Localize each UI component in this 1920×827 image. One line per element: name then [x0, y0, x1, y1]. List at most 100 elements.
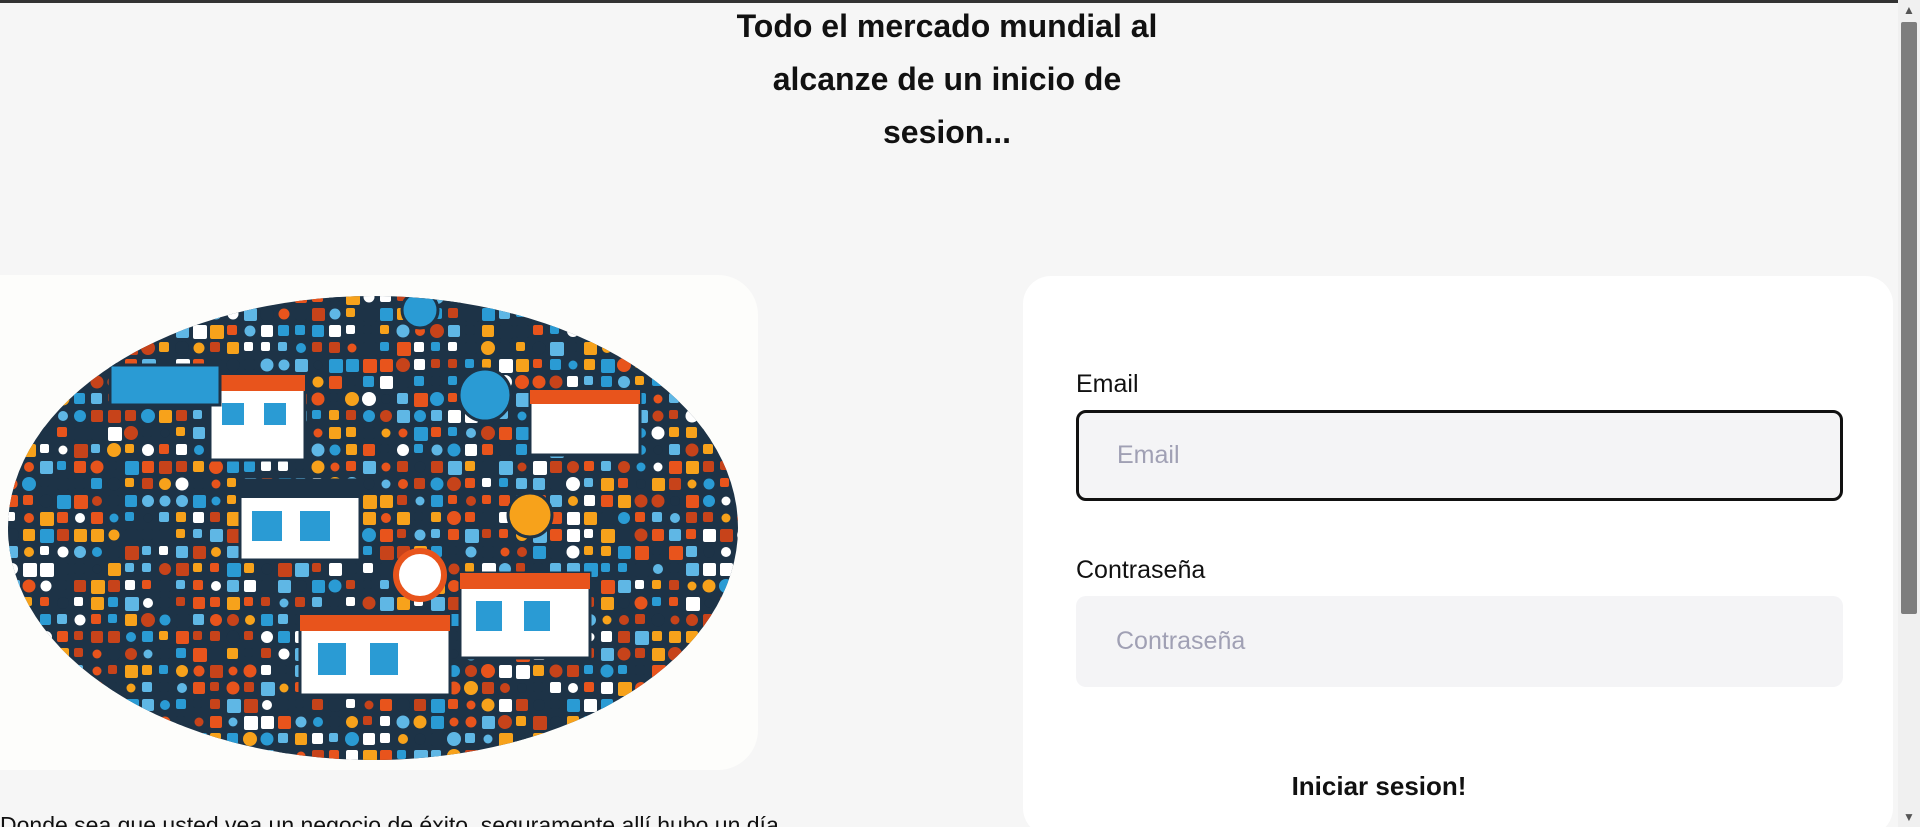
login-button[interactable]: Iniciar sesion!: [1179, 761, 1579, 811]
mosaic-tile: [414, 750, 428, 760]
mosaic-tile: [108, 665, 117, 674]
mosaic-tile: [176, 563, 189, 576]
mosaic-tile: [583, 732, 597, 746]
mosaic-tile: [380, 750, 392, 760]
mosaic-tile: [584, 342, 597, 355]
mosaic-tile: [719, 715, 733, 729]
mosaic-tile: [108, 614, 117, 623]
mosaic-tile: [91, 614, 101, 624]
mosaic-tile: [703, 716, 712, 725]
email-input[interactable]: [1076, 410, 1843, 501]
mosaic-tile: [532, 341, 546, 355]
mosaic-tile: [465, 325, 475, 335]
mosaic-tile: [550, 325, 559, 334]
mosaic-tile: [91, 444, 100, 453]
mosaic-tile: [635, 308, 644, 317]
mosaic-tile: [57, 342, 67, 352]
mosaic-tile: [549, 375, 563, 389]
mosaic-tile: [57, 563, 69, 575]
mosaic-tile: [74, 716, 85, 727]
mosaic-tile: [227, 597, 240, 610]
mosaic-tile: [619, 309, 629, 319]
mosaic-tile: [482, 495, 491, 504]
mosaic-tile: [176, 699, 186, 709]
mosaic-tile: [23, 308, 32, 317]
mosaic-tile: [159, 597, 170, 608]
mosaic-tile: [108, 427, 122, 441]
mosaic-tile: [686, 512, 697, 523]
mosaic-tile: [243, 732, 257, 746]
mosaic-tile: [209, 460, 223, 474]
mosaic-tile: [23, 342, 36, 355]
mosaic-tile: [74, 546, 86, 558]
mosaic-tile: [669, 665, 680, 676]
mosaic-tile: [362, 392, 376, 406]
mosaic-tile: [516, 325, 529, 338]
mosaic-tile: [465, 716, 477, 728]
mosaic-tile: [91, 393, 102, 404]
mosaic-tile: [244, 359, 255, 370]
mosaic-tile: [8, 699, 17, 710]
mosaic-tile: [669, 682, 681, 694]
mosaic-tile: [737, 427, 738, 440]
mosaic-tile: [686, 296, 697, 302]
mosaic-tile: [8, 648, 18, 660]
password-input[interactable]: [1076, 596, 1843, 687]
mosaic-tile: [653, 462, 663, 472]
mosaic-tile: [703, 699, 713, 709]
mosaic-tile: [142, 699, 154, 711]
mosaic-tile: [193, 682, 205, 694]
mosaic-tile: [652, 631, 662, 641]
mosaic-tile: [448, 495, 457, 504]
mosaic-tile: [669, 444, 680, 455]
mosaic-tile: [670, 496, 680, 506]
mosaic-tile: [669, 410, 678, 419]
mosaic-tile: [262, 700, 272, 710]
mosaic-tile: [108, 342, 117, 351]
vertical-scrollbar[interactable]: ▲ ▼: [1898, 0, 1920, 827]
mosaic-tile: [431, 376, 441, 386]
mosaic-tile: [567, 308, 580, 321]
mosaic-tile: [601, 682, 613, 694]
mosaic-tile: [244, 461, 255, 472]
mosaic-tile: [278, 461, 288, 471]
mosaic-tile: [670, 734, 680, 744]
mosaic-tile: [720, 359, 729, 368]
mosaic-tile: [686, 665, 696, 675]
mosaic-tile: [720, 376, 729, 385]
mosaic-tile: [685, 647, 699, 661]
mosaic-tile: [8, 410, 20, 424]
mosaic-tile: [687, 581, 697, 591]
mosaic-tile: [176, 296, 189, 304]
mosaic-tile: [176, 444, 187, 455]
mosaic-tile: [210, 325, 224, 339]
mosaic-tile: [23, 495, 33, 505]
mosaic-tile: [91, 342, 102, 353]
mosaic-tile: [618, 342, 632, 356]
mosaic-tile: [244, 308, 257, 321]
chevron-up-icon[interactable]: ▲: [1898, 0, 1920, 20]
mosaic-tile: [533, 716, 547, 730]
mosaic-tile: [295, 563, 309, 577]
scrollbar-thumb[interactable]: [1901, 22, 1917, 614]
mosaic-tile: [40, 733, 53, 746]
mosaic-tile: [125, 580, 135, 590]
mosaic-tile: [210, 342, 220, 352]
mosaic-tile: [721, 496, 731, 506]
mosaic-tile: [278, 359, 290, 371]
mosaic-tile: [431, 342, 440, 351]
mosaic-tile: [23, 597, 32, 606]
mosaic-tile: [159, 682, 169, 692]
mosaic-tile: [8, 580, 20, 594]
mosaic-tile: [635, 325, 647, 337]
mosaic-tile: [193, 733, 207, 747]
mosaic-tile: [651, 715, 665, 729]
mosaic-tile: [142, 478, 153, 489]
mosaic-tile: [721, 513, 731, 523]
mosaic-tile: [653, 445, 663, 455]
mosaic-tile: [159, 461, 172, 474]
mosaic-tile: [90, 681, 104, 695]
mosaic-tile: [311, 443, 325, 457]
mosaic-tile: [227, 478, 236, 487]
chevron-down-icon[interactable]: ▼: [1898, 807, 1920, 827]
